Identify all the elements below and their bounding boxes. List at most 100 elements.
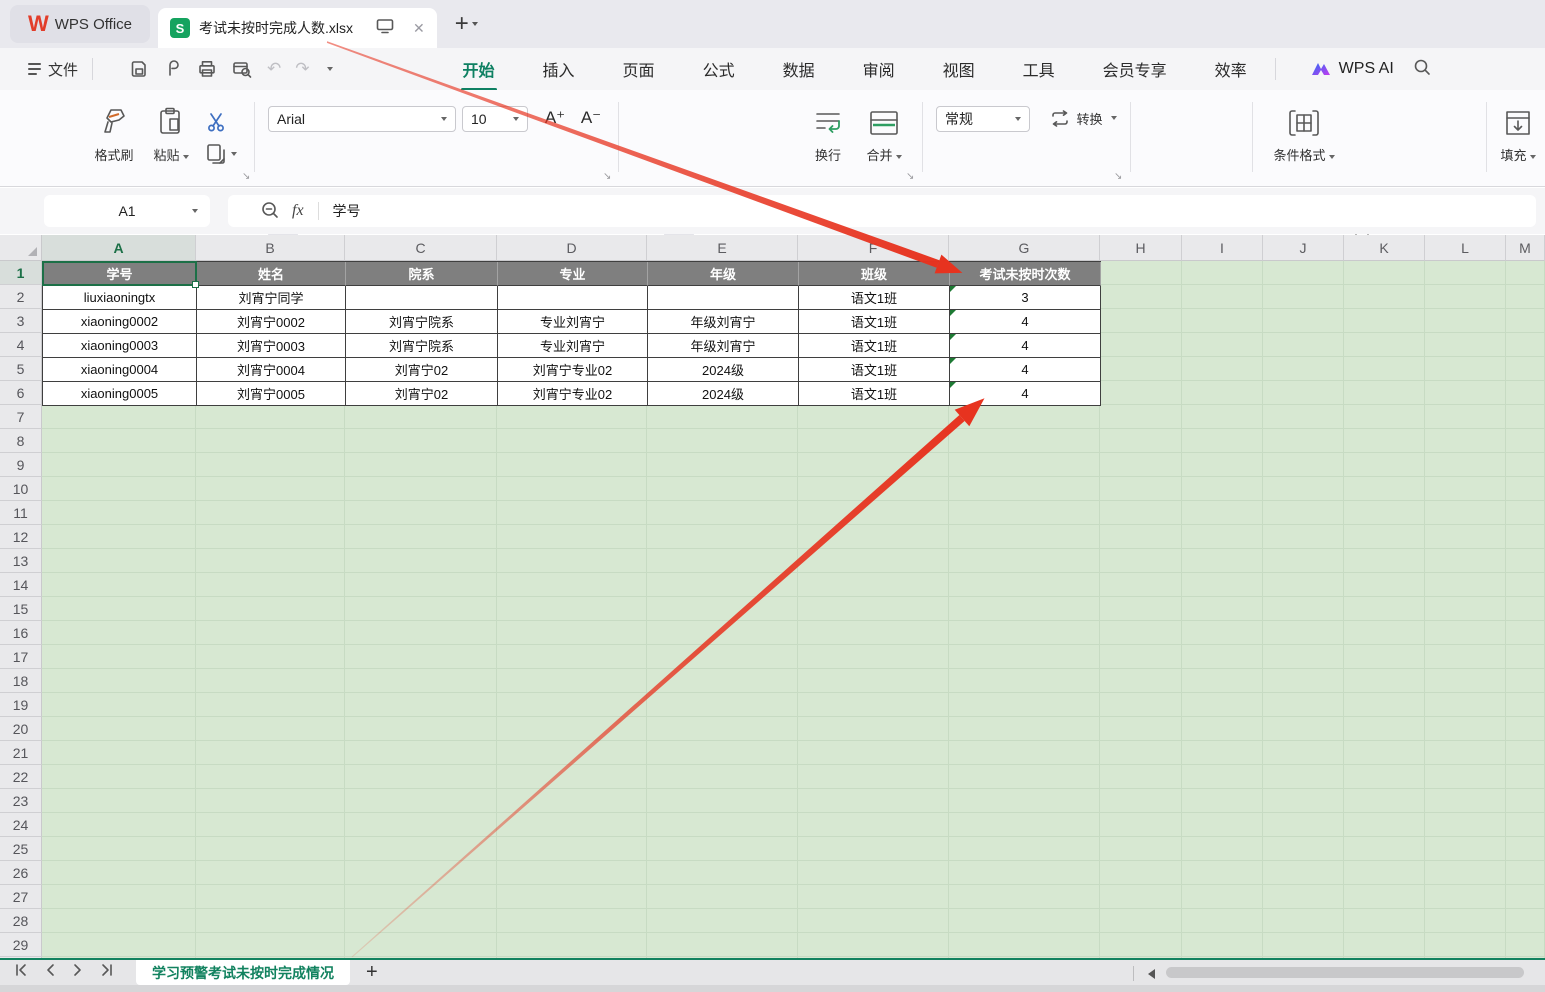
row-header-26[interactable]: 26	[0, 861, 42, 885]
cell-f3[interactable]: 语文1班	[799, 310, 950, 334]
fill-handle[interactable]	[192, 281, 199, 288]
cell-f1[interactable]: 班级	[799, 262, 950, 286]
fx-icon[interactable]: fx	[292, 202, 304, 220]
fill-button[interactable]: 填充	[1494, 104, 1542, 164]
zoom-formula-icon[interactable]	[260, 200, 280, 223]
cell-a6[interactable]: xiaoning0005	[43, 382, 197, 406]
scroll-left-icon[interactable]	[1148, 969, 1155, 979]
font-size-select[interactable]: 10	[462, 106, 528, 132]
dialog-launcher-icon[interactable]: ↘	[242, 171, 250, 182]
row-header-12[interactable]: 12	[0, 525, 42, 549]
wps-office-brand[interactable]: W WPS Office	[10, 5, 150, 43]
next-sheet-icon[interactable]	[72, 963, 84, 982]
cell-d1[interactable]: 专业	[498, 262, 648, 286]
number-format-select[interactable]: 常规	[936, 106, 1030, 132]
convert-button[interactable]: 转换	[1042, 106, 1124, 130]
row-header-17[interactable]: 17	[0, 645, 42, 669]
cell-d3[interactable]: 专业刘宵宁	[498, 310, 648, 334]
monitor-icon[interactable]	[376, 18, 394, 39]
print-preview-icon[interactable]	[231, 59, 253, 79]
menu-item-视图[interactable]: 视图	[941, 49, 977, 89]
row-header-15[interactable]: 15	[0, 597, 42, 621]
formula-input[interactable]: fx 学号	[228, 195, 1536, 227]
cell-c2[interactable]	[346, 286, 498, 310]
cell-b2[interactable]: 刘宵宁同学	[197, 286, 346, 310]
cell-c5[interactable]: 刘宵宁02	[346, 358, 498, 382]
cell-e3[interactable]: 年级刘宵宁	[648, 310, 799, 334]
select-all-corner[interactable]	[0, 235, 42, 261]
column-header-a[interactable]: A	[42, 235, 196, 261]
close-tab-icon[interactable]: ✕	[413, 20, 425, 37]
last-sheet-icon[interactable]	[100, 963, 114, 982]
prev-sheet-icon[interactable]	[44, 963, 56, 982]
row-header-5[interactable]: 5	[0, 357, 42, 381]
row-header-29[interactable]: 29	[0, 933, 42, 957]
cell-e5[interactable]: 2024级	[648, 358, 799, 382]
row-header-27[interactable]: 27	[0, 885, 42, 909]
cell-d2[interactable]	[498, 286, 648, 310]
cell-g1[interactable]: 考试未按时次数	[950, 262, 1101, 286]
column-header-k[interactable]: K	[1344, 235, 1425, 261]
add-sheet-button[interactable]: +	[366, 961, 378, 984]
cell-g2[interactable]: 3	[950, 286, 1101, 310]
row-header-23[interactable]: 23	[0, 789, 42, 813]
merge-cells-button[interactable]: 合并	[858, 104, 910, 164]
conditional-format-button[interactable]: 条件格式	[1258, 104, 1350, 164]
column-header-e[interactable]: E	[647, 235, 798, 261]
cell-b4[interactable]: 刘宵宁0003	[197, 334, 346, 358]
cell-d5[interactable]: 刘宵宁专业02	[498, 358, 648, 382]
wrap-text-button[interactable]: 换行	[804, 104, 852, 164]
quick-access-chevron-icon[interactable]	[327, 67, 333, 71]
first-sheet-icon[interactable]	[14, 963, 28, 982]
row-header-16[interactable]: 16	[0, 621, 42, 645]
tab-list-chevron-icon[interactable]	[472, 22, 478, 26]
font-name-select[interactable]: Arial	[268, 106, 456, 132]
decrease-font-button[interactable]: A⁻	[576, 106, 606, 130]
increase-font-button[interactable]: A⁺	[540, 106, 570, 130]
menu-item-工具[interactable]: 工具	[1021, 49, 1057, 89]
undo-icon[interactable]: ↶	[267, 59, 281, 79]
column-header-b[interactable]: B	[196, 235, 345, 261]
menu-item-开始[interactable]: 开始	[461, 49, 497, 89]
menu-item-效率[interactable]: 效率	[1213, 49, 1249, 89]
cell-a2[interactable]: liuxiaoningtx	[43, 286, 197, 310]
row-header-20[interactable]: 20	[0, 717, 42, 741]
cell-g6[interactable]: 4	[950, 382, 1101, 406]
dialog-launcher-icon[interactable]: ↘	[1114, 171, 1122, 182]
menu-item-会员专享[interactable]: 会员专享	[1101, 49, 1169, 89]
format-painter-button[interactable]: 格式刷	[88, 104, 140, 164]
cell-name-box[interactable]: A1	[44, 195, 210, 227]
dialog-launcher-icon[interactable]: ↘	[906, 171, 914, 182]
cell-d6[interactable]: 刘宵宁专业02	[498, 382, 648, 406]
cell-b5[interactable]: 刘宵宁0004	[197, 358, 346, 382]
cell-c1[interactable]: 院系	[346, 262, 498, 286]
row-header-4[interactable]: 4	[0, 333, 42, 357]
row-header-1[interactable]: 1	[0, 261, 42, 285]
cell-a3[interactable]: xiaoning0002	[43, 310, 197, 334]
menu-item-数据[interactable]: 数据	[781, 49, 817, 89]
menu-item-插入[interactable]: 插入	[541, 49, 577, 89]
cell-e2[interactable]	[648, 286, 799, 310]
column-header-j[interactable]: J	[1263, 235, 1344, 261]
column-header-m[interactable]: M	[1506, 235, 1545, 261]
dialog-launcher-icon[interactable]: ↘	[603, 171, 611, 182]
print-icon[interactable]	[197, 59, 217, 79]
cell-f4[interactable]: 语文1班	[799, 334, 950, 358]
cell-f5[interactable]: 语文1班	[799, 358, 950, 382]
cell-b1[interactable]: 姓名	[197, 262, 346, 286]
cut-button[interactable]	[200, 110, 232, 134]
cell-a4[interactable]: xiaoning0003	[43, 334, 197, 358]
search-icon[interactable]	[1412, 57, 1432, 82]
cell-g3[interactable]: 4	[950, 310, 1101, 334]
cell-c3[interactable]: 刘宵宁院系	[346, 310, 498, 334]
row-header-25[interactable]: 25	[0, 837, 42, 861]
document-tab[interactable]: S 考试未按时完成人数.xlsx ✕	[158, 8, 437, 48]
cell-b3[interactable]: 刘宵宁0002	[197, 310, 346, 334]
new-tab-button[interactable]: +	[455, 10, 469, 38]
row-header-9[interactable]: 9	[0, 453, 42, 477]
column-header-g[interactable]: G	[949, 235, 1100, 261]
column-header-h[interactable]: H	[1100, 235, 1182, 261]
cell-c4[interactable]: 刘宵宁院系	[346, 334, 498, 358]
sheet-tab-active[interactable]: 学习预警考试未按时完成情况	[136, 960, 350, 985]
column-header-i[interactable]: I	[1182, 235, 1263, 261]
